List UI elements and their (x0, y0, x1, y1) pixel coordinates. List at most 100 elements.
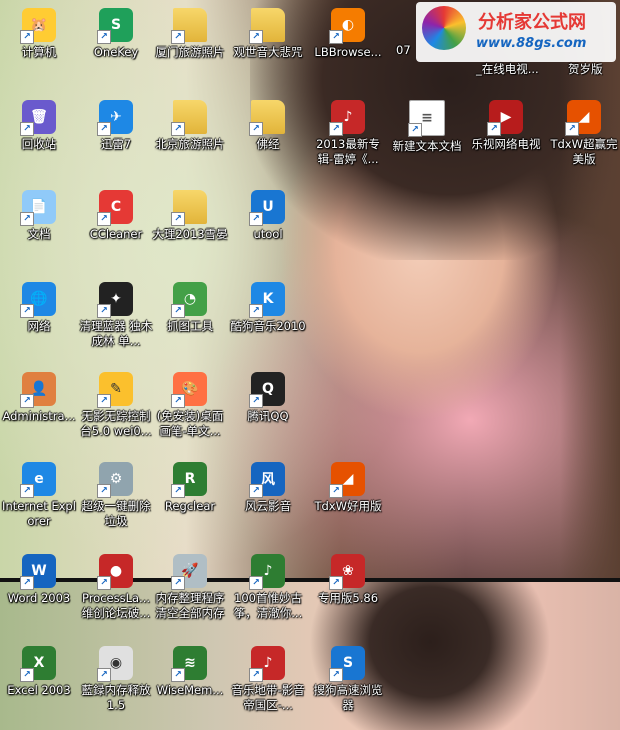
thunder-icon: ✈ ↗ (97, 100, 133, 136)
desktop-icon[interactable]: R ↗ Regclear (152, 462, 228, 514)
desktop-icon[interactable]: ↗ 厦门旅游照片 (152, 8, 228, 60)
partial-icon-label-online-tv[interactable]: _在线电视... (476, 62, 539, 77)
desktop-icon[interactable]: ✎ ↗ 无影无踪控制台5.0 wei0... (78, 372, 154, 439)
desktop-icon[interactable]: ↗ 北京旅游照片 (152, 100, 228, 152)
text-file-icon: ≡ ↗ (408, 100, 445, 137)
desktop-icon[interactable]: 🌐 ↗ 网络 (1, 282, 77, 334)
desktop-icon-label: 观世音大悲咒 (233, 45, 303, 59)
trace-console-icon: ✎ ↗ (97, 372, 133, 408)
regclear-icon: R ↗ (171, 462, 207, 498)
desktop-icon[interactable]: 🎨 ↗ (免安装)桌面画笔-单文... (152, 372, 228, 439)
desktop-icon[interactable]: K ↗ 酷狗音乐2010 (230, 282, 306, 334)
shortcut-arrow-icon: ↗ (249, 484, 263, 498)
shortcut-arrow-icon: ↗ (20, 304, 34, 318)
computer-icon: 🐹 ↗ (20, 8, 56, 44)
desktop-icon[interactable]: ♪ ↗ 100首惟妙古筝，清澈你... (230, 554, 306, 621)
shortcut-arrow-icon: ↗ (249, 30, 263, 44)
shortcut-arrow-icon: ↗ (20, 576, 34, 590)
desktop-icon-label: TdxW好用版 (314, 499, 382, 513)
desktop-icon[interactable]: S ↗ OneKey (78, 8, 154, 60)
desktop-icon[interactable]: C ↗ CCleaner (78, 190, 154, 242)
shortcut-arrow-icon: ↗ (249, 576, 263, 590)
shortcut-arrow-icon: ↗ (97, 576, 111, 590)
shortcut-arrow-icon: ↗ (249, 122, 263, 136)
desktop-icon[interactable]: ◐ ↗ LBBrowse... (310, 8, 386, 60)
screenshot-tool-icon: ◔ ↗ (171, 282, 207, 318)
desktop-icon[interactable]: ◔ ↗ 抓图工具 (152, 282, 228, 334)
desktop-icon-label: 厦门旅游照片 (155, 45, 225, 59)
watermark-logo: 分析家公式网 www.88gs.com (416, 2, 616, 62)
onekey-icon: S ↗ (97, 8, 133, 44)
desktop-icon[interactable]: ↗ 观世音大悲咒 (230, 8, 306, 60)
desktop-icon-label: 网络 (27, 319, 51, 333)
desktop-icon[interactable]: ≡ ↗ 新建文本文档 (389, 100, 465, 154)
shortcut-arrow-icon: ↗ (20, 212, 34, 226)
desktop-icon-label: 佛经 (256, 137, 280, 151)
shortcut-arrow-icon: ↗ (97, 304, 111, 318)
folder-icon: ↗ (249, 8, 285, 44)
desktop-icon[interactable]: 🐹 ↗ 计算机 (1, 8, 77, 60)
desktop-icon-label: (免安装)桌面画笔-单文... (156, 409, 224, 438)
desktop-icon-label: 迅雷7 (100, 137, 132, 151)
tdxw-icon: ◢ ↗ (565, 100, 601, 136)
desktop-icon-label: 专用版5.86 (317, 591, 379, 605)
desktop-icon-label: 无影无踪控制台5.0 wei0... (80, 409, 152, 438)
desktop-icon[interactable]: ✈ ↗ 迅雷7 (78, 100, 154, 152)
desktop-icon[interactable]: 📄 ↗ 文档 (1, 190, 77, 242)
shortcut-arrow-icon: ↗ (97, 122, 111, 136)
desktop-icon[interactable]: 风 ↗ 风云影音 (230, 462, 306, 514)
desktop-icon[interactable]: ◢ ↗ TdxW超赢完美版 (546, 100, 620, 167)
shortcut-arrow-icon: ↗ (171, 212, 185, 226)
desktop-icon[interactable]: X ↗ Excel 2003 (1, 646, 77, 698)
desktop-icon[interactable]: 👤 ↗ Administra... (1, 372, 77, 424)
desktop-icon-label: 2013最新专辑-雷婷《... (316, 137, 380, 166)
desktop-icon-label: utool (253, 227, 283, 241)
shortcut-arrow-icon: ↗ (97, 668, 111, 682)
media-file-icon: ♪ ↗ (329, 100, 365, 136)
desktop-icon[interactable]: ◉ ↗ 藍録内存释放1.5 (78, 646, 154, 713)
desktop-icon[interactable]: ▶ ↗ 乐视网络电视 (468, 100, 544, 152)
folder-icon: ↗ (171, 100, 207, 136)
desktop-icon[interactable]: 🚀 ↗ 内存整理程序 清空全部内存 (152, 554, 228, 621)
desktop-icon[interactable]: ◢ ↗ TdxW好用版 (310, 462, 386, 514)
kugou-icon: K ↗ (249, 282, 285, 318)
shortcut-arrow-icon: ↗ (329, 484, 343, 498)
ccleaner-icon: C ↗ (97, 190, 133, 226)
sogou-browser-icon: S ↗ (329, 646, 365, 682)
ie-icon: e ↗ (20, 462, 56, 498)
desktop-icon[interactable]: U ↗ utool (230, 190, 306, 242)
cleaner-tool-icon: ✦ ↗ (97, 282, 133, 318)
memory-release-icon: ◉ ↗ (97, 646, 133, 682)
desktop-icon[interactable]: ↗ 佛经 (230, 100, 306, 152)
shortcut-arrow-icon: ↗ (171, 30, 185, 44)
desktop-icon-label: 大理2013雪晏 (152, 227, 228, 241)
desktop-icon[interactable]: ♪ ↗ 音乐地带-影音帝国区-... (230, 646, 306, 713)
partial-icon-label-07[interactable]: 07 (396, 43, 411, 58)
desktop-icon[interactable]: ≋ ↗ WiseMem... (152, 646, 228, 698)
shortcut-arrow-icon: ↗ (97, 394, 111, 408)
desktop-icon-label: Excel 2003 (7, 683, 71, 697)
partial-icon-label-edition[interactable]: 贺岁版 (568, 62, 603, 77)
shortcut-arrow-icon: ↗ (249, 394, 263, 408)
desktop-icon[interactable]: ↗ 大理2013雪晏 (152, 190, 228, 242)
desktop-background: 分析家公式网 www.88gs.com 07 _在线电视... 贺岁版 🐹 ↗ 计算… (0, 0, 620, 730)
desktop-icon[interactable]: ✦ ↗ 清理蓝器 独木成林 单... (78, 282, 154, 349)
desktop-icon[interactable]: ♪ ↗ 2013最新专辑-雷婷《... (310, 100, 386, 167)
paint-icon: 🎨 ↗ (171, 372, 207, 408)
desktop-icon-label: 搜狗高速浏览器 (313, 683, 383, 712)
desktop-icon[interactable]: ⚙ ↗ 超级一键删除垃圾 (78, 462, 154, 529)
desktop-icon-label: Regclear (164, 499, 216, 513)
letv-icon: ▶ ↗ (487, 100, 523, 136)
desktop-icon[interactable]: S ↗ 搜狗高速浏览器 (310, 646, 386, 713)
desktop-icon[interactable]: ● ↗ ProcessLa... 维创论坛破... (78, 554, 154, 621)
desktop-icon-label: 超级一键删除垃圾 (81, 499, 151, 528)
desktop-icon[interactable]: Q ↗ 腾讯QQ (230, 372, 306, 424)
desktop-icon[interactable]: W ↗ Word 2003 (1, 554, 77, 606)
media-file-icon: ♪ ↗ (249, 554, 285, 590)
excel-icon: X ↗ (20, 646, 56, 682)
desktop-icon[interactable]: e ↗ Internet Explorer (1, 462, 77, 529)
desktop-icon[interactable]: 🗑 ↗ 回收站 (1, 100, 77, 152)
shortcut-arrow-icon: ↗ (171, 394, 185, 408)
desktop-icon[interactable]: ❀ ↗ 专用版5.86 (310, 554, 386, 606)
desktop-icon-label: 乐视网络电视 (471, 137, 541, 151)
